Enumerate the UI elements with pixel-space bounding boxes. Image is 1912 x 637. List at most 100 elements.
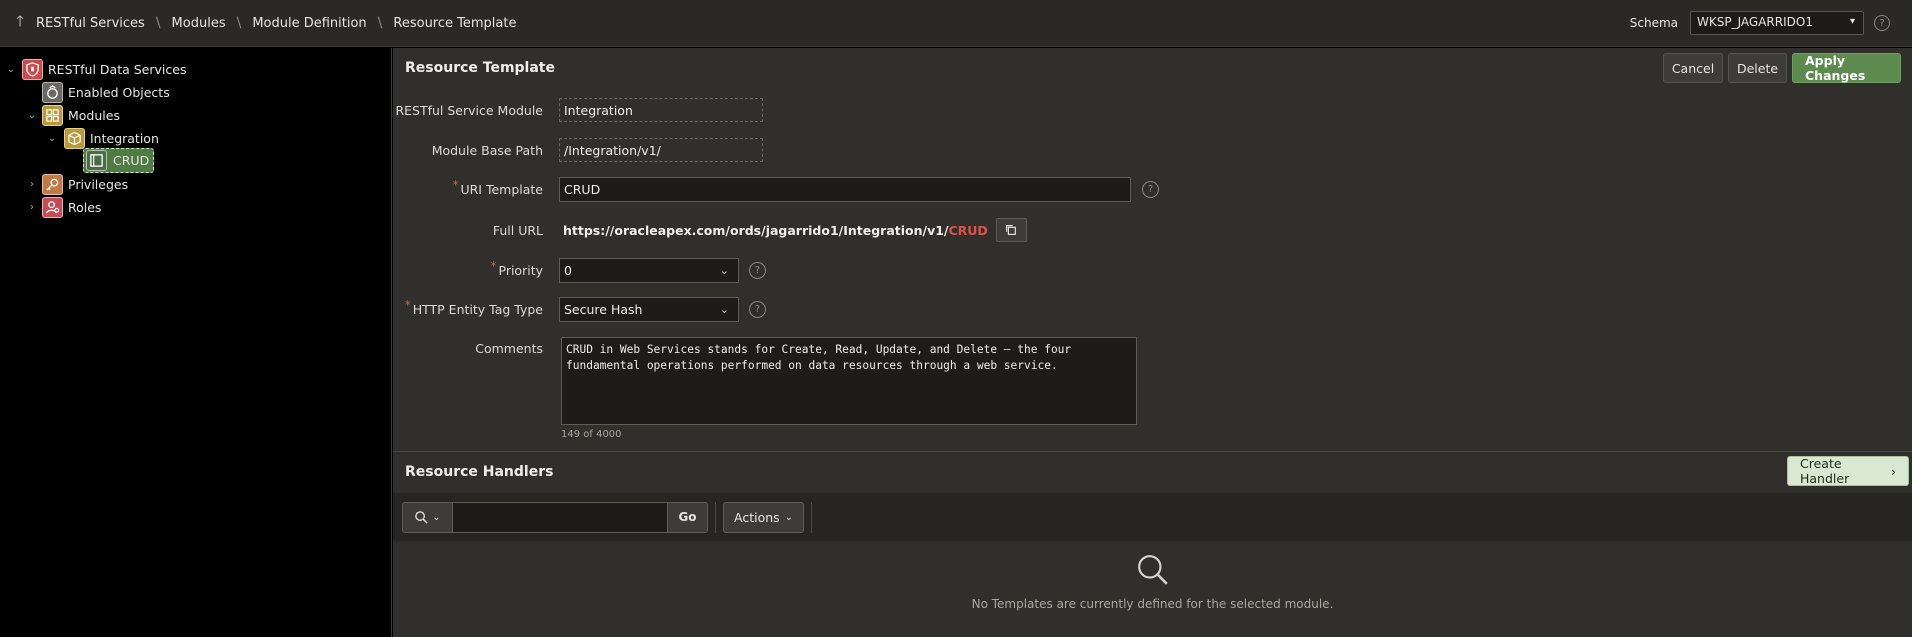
cancel-button[interactable]: Cancel bbox=[1663, 53, 1723, 83]
etag-select[interactable]: Secure Hash ⌄ bbox=[559, 297, 739, 322]
apply-changes-button[interactable]: Apply Changes bbox=[1792, 53, 1901, 83]
help-icon[interactable]: ? bbox=[1142, 181, 1159, 198]
breadcrumb-separator: \ bbox=[155, 15, 161, 31]
empty-state: No Templates are currently defined for t… bbox=[393, 553, 1912, 611]
module-display: Integration bbox=[559, 98, 763, 122]
region-title: Resource Handlers bbox=[405, 464, 554, 480]
breadcrumb-resource-template: Resource Template bbox=[393, 15, 517, 31]
tree-node-modules[interactable]: ⌄ Modules bbox=[25, 103, 120, 127]
chevron-down-icon: ⌄ bbox=[719, 303, 729, 316]
breadcrumb-separator: \ bbox=[377, 15, 383, 31]
base-path-label: Module Base Path bbox=[431, 142, 543, 158]
full-url-text: https://oracleapex.com/ords/jagarrido1/I… bbox=[563, 222, 988, 238]
comments-char-counter: 149 of 4000 bbox=[561, 429, 622, 440]
schema-selector: Schema WKSP_JAGARRIDO1 ▾ ? bbox=[1630, 11, 1890, 35]
base-path-display: /Integration/v1/ bbox=[559, 138, 763, 162]
create-handler-button[interactable]: Create Handler › bbox=[1787, 456, 1909, 486]
uri-template-label: * URI Template bbox=[452, 178, 543, 197]
resource-handlers-header: Resource Handlers bbox=[393, 452, 1912, 492]
tree-label: Integration bbox=[90, 130, 159, 146]
comments-row: Comments bbox=[393, 337, 545, 356]
tree-node-privileges[interactable]: › Privileges bbox=[25, 172, 128, 196]
priority-row: * Priority 0 ⌄ ? bbox=[393, 258, 766, 283]
top-bar: 🡑 RESTful Services \ Modules \ Module De… bbox=[0, 0, 1912, 47]
modules-icon bbox=[42, 104, 63, 126]
go-button[interactable]: Go bbox=[667, 502, 707, 532]
report-toolbar: ⌄ Go Actions ⌄ bbox=[393, 493, 1912, 541]
tree-label: CRUD bbox=[113, 152, 150, 168]
module-label: RESTful Service Module bbox=[395, 102, 543, 118]
tree-node-restful-data-services[interactable]: ⌄ RESTful Data Services bbox=[4, 57, 186, 81]
chevron-right-icon: › bbox=[1891, 463, 1896, 479]
tree-node-crud[interactable]: CRUD bbox=[83, 147, 155, 173]
breadcrumb-restful-services[interactable]: RESTful Services bbox=[34, 16, 147, 31]
up-arrow-icon[interactable]: 🡑 bbox=[6, 11, 34, 36]
uri-template-input[interactable]: CRUD bbox=[559, 177, 1131, 202]
delete-button[interactable]: Delete bbox=[1728, 53, 1787, 83]
chevron-right-icon[interactable]: › bbox=[25, 202, 39, 213]
base-path-row: Module Base Path /Integration/v1/ bbox=[393, 138, 763, 162]
chevron-down-icon[interactable]: ⌄ bbox=[25, 110, 39, 121]
priority-value: 0 bbox=[564, 263, 572, 278]
full-url-row: Full URL https://oracleapex.com/ords/jag… bbox=[393, 218, 1027, 242]
tree-node-enabled-objects[interactable]: Enabled Objects bbox=[42, 80, 170, 104]
schema-select[interactable]: WKSP_JAGARRIDO1 ▾ bbox=[1690, 11, 1864, 35]
help-icon[interactable]: ? bbox=[749, 301, 766, 318]
chevron-down-icon[interactable]: ⌄ bbox=[45, 133, 59, 144]
breadcrumb: RESTful Services \ Modules \ Module Defi… bbox=[34, 15, 518, 31]
toolbar-separator bbox=[811, 501, 813, 533]
breadcrumb-module-definition[interactable]: Module Definition bbox=[250, 16, 368, 31]
tree-node-integration[interactable]: ⌄ Integration bbox=[45, 126, 159, 150]
comments-label: Comments bbox=[475, 341, 543, 356]
comments-textarea[interactable]: CRUD in Web Services stands for Create, … bbox=[561, 337, 1137, 425]
actions-menu-button[interactable]: Actions ⌄ bbox=[723, 501, 805, 533]
template-icon bbox=[86, 149, 107, 171]
search-icon bbox=[1137, 555, 1168, 585]
chevron-down-icon: ⌄ bbox=[719, 264, 729, 277]
chevron-down-icon: ⌄ bbox=[784, 511, 794, 523]
tree-label: Privileges bbox=[68, 176, 129, 192]
tree-label: RESTful Data Services bbox=[48, 61, 187, 77]
tree-label: Roles bbox=[68, 199, 102, 215]
resource-template-buttons: Cancel Delete Apply Changes bbox=[1663, 53, 1901, 83]
empty-message: No Templates are currently defined for t… bbox=[971, 597, 1334, 611]
search-input[interactable] bbox=[453, 502, 667, 532]
region-title: Resource Template bbox=[405, 60, 555, 76]
search-icon bbox=[415, 510, 428, 524]
chevron-down-icon: ⌄ bbox=[432, 511, 441, 523]
etag-value: Secure Hash bbox=[564, 302, 643, 317]
module-row: RESTful Service Module Integration bbox=[393, 98, 763, 122]
priority-select[interactable]: 0 ⌄ bbox=[559, 258, 739, 283]
priority-label: * Priority bbox=[490, 259, 544, 278]
etag-label: * HTTP Entity Tag Type bbox=[404, 298, 543, 317]
search-group: ⌄ Go bbox=[402, 501, 708, 533]
tree-label: Enabled Objects bbox=[68, 84, 170, 100]
key-icon bbox=[42, 173, 63, 195]
user-icon bbox=[42, 196, 63, 218]
shield-icon bbox=[22, 58, 43, 80]
main-content: Resource Template Cancel Delete Apply Ch… bbox=[393, 48, 1912, 637]
copy-icon[interactable] bbox=[995, 218, 1027, 242]
etag-row: * HTTP Entity Tag Type Secure Hash ⌄ ? bbox=[393, 297, 766, 322]
selected-node-highlight: CRUD bbox=[83, 147, 155, 173]
required-marker: * bbox=[490, 259, 497, 273]
full-url-label: Full URL bbox=[492, 222, 543, 238]
breadcrumb-separator: \ bbox=[236, 15, 242, 31]
breadcrumb-modules[interactable]: Modules bbox=[170, 16, 228, 31]
chevron-down-icon: ▾ bbox=[1849, 16, 1855, 27]
schema-value: WKSP_JAGARRIDO1 bbox=[1697, 15, 1813, 29]
help-icon[interactable]: ? bbox=[749, 262, 766, 279]
help-icon[interactable]: ? bbox=[1874, 15, 1890, 31]
required-marker: * bbox=[404, 298, 411, 312]
toolbar-separator bbox=[715, 501, 716, 533]
cube-icon bbox=[64, 127, 85, 149]
schema-label: Schema bbox=[1629, 16, 1678, 30]
search-column-toggle[interactable]: ⌄ bbox=[403, 502, 453, 532]
objects-icon bbox=[42, 81, 63, 103]
navigation-tree: ⌄ RESTful Data Services Enabled Objects … bbox=[0, 48, 392, 637]
uri-template-row: * URI Template CRUD ? bbox=[393, 177, 1159, 202]
chevron-down-icon[interactable]: ⌄ bbox=[4, 64, 18, 75]
chevron-right-icon[interactable]: › bbox=[25, 179, 39, 190]
tree-node-roles[interactable]: › Roles bbox=[25, 195, 101, 219]
required-marker: * bbox=[452, 178, 459, 192]
